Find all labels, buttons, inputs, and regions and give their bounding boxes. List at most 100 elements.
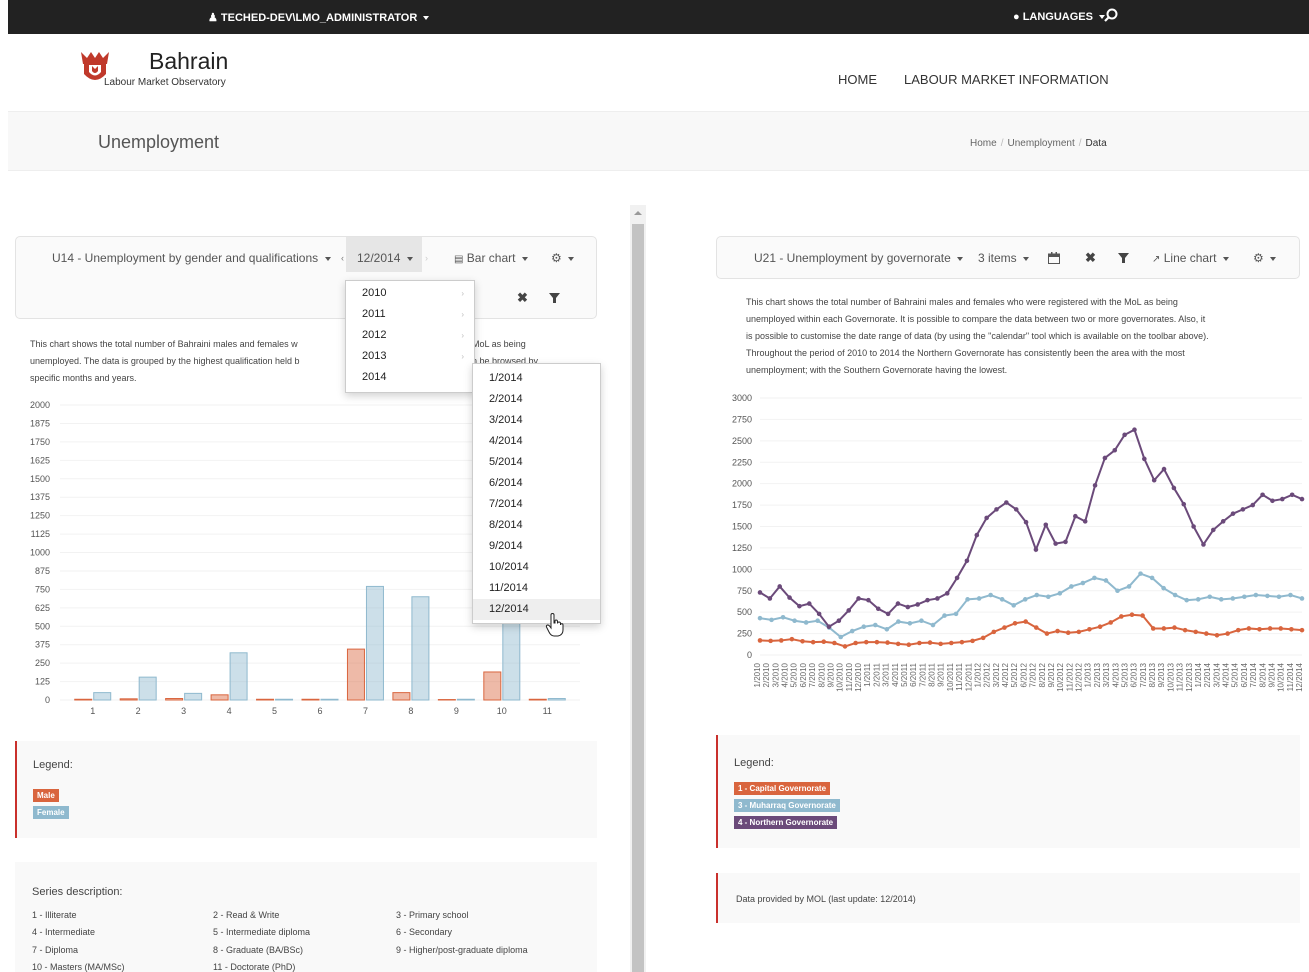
year-option[interactable]: 2010 bbox=[362, 287, 386, 299]
date-prev-icon[interactable]: ‹ bbox=[341, 253, 344, 263]
languages-menu[interactable]: ● LANGUAGES bbox=[1013, 11, 1106, 23]
right-description-line: is possible to customise the date range … bbox=[746, 331, 1209, 341]
month-option[interactable]: 6/2014 bbox=[489, 477, 523, 489]
x-tick-label: 4/2012 bbox=[1001, 662, 1010, 687]
top-bar: ♟ TECHED-DEV\LMO_ADMINISTRATOR ● LANGUAG… bbox=[8, 0, 1309, 34]
dataset-label: U14 - Unemployment by gender and qualifi… bbox=[52, 251, 319, 265]
x-tick-label: 11/2012 bbox=[1065, 662, 1074, 691]
x-tick-label: 7/2010 bbox=[808, 662, 817, 687]
data-point bbox=[1092, 483, 1098, 488]
dataset-selector-right[interactable]: U21 - Unemployment by governorate bbox=[754, 251, 964, 265]
month-option[interactable]: 3/2014 bbox=[489, 414, 523, 426]
filter-icon[interactable] bbox=[549, 293, 560, 304]
chart-type-selector[interactable]: ▤ Bar chart bbox=[454, 251, 528, 265]
scrollbar-thumb[interactable] bbox=[632, 224, 644, 972]
left-legend: Legend: Male Female bbox=[15, 741, 597, 838]
x-tick-label: 11/2010 bbox=[845, 662, 854, 691]
x-tick-label: 9/2014 bbox=[1267, 662, 1276, 687]
bar bbox=[275, 698, 294, 701]
x-tick-label: 10/2013 bbox=[1166, 662, 1175, 691]
x-tick-label: 1/2012 bbox=[973, 662, 982, 687]
data-point bbox=[948, 640, 954, 646]
month-option[interactable]: 10/2014 bbox=[489, 561, 529, 573]
items-selector[interactable]: 3 items bbox=[978, 251, 1030, 265]
clear-filter-icon[interactable]: ✖ bbox=[1085, 250, 1096, 266]
x-tick-label: 5/2014 bbox=[1231, 662, 1240, 687]
calendar-icon[interactable] bbox=[1048, 252, 1060, 264]
logo-subtitle: Labour Market Observatory bbox=[104, 77, 226, 88]
data-point bbox=[1253, 592, 1259, 598]
data-point bbox=[1108, 620, 1114, 625]
settings-menu-right[interactable]: ⚙ bbox=[1253, 251, 1277, 265]
breadcrumb-home[interactable]: Home bbox=[970, 138, 997, 149]
month-option[interactable]: 7/2014 bbox=[489, 498, 523, 510]
year-option[interactable]: 2012 bbox=[362, 329, 386, 341]
x-tick-label: 5 bbox=[272, 706, 277, 716]
dataset-selector[interactable]: U14 - Unemployment by gender and qualifi… bbox=[52, 251, 331, 265]
data-point bbox=[895, 601, 901, 606]
data-point bbox=[846, 608, 851, 613]
chevron-down-icon bbox=[1270, 256, 1277, 261]
x-tick-label: 9 bbox=[454, 706, 459, 716]
filter-icon[interactable] bbox=[1118, 253, 1129, 264]
x-tick-label: 8/2013 bbox=[1148, 662, 1157, 687]
data-point bbox=[1063, 539, 1068, 545]
date-next-icon[interactable]: › bbox=[425, 253, 428, 263]
settings-menu[interactable]: ⚙ bbox=[551, 251, 575, 265]
month-option[interactable]: 1/2014 bbox=[489, 372, 523, 384]
x-tick-label: 6/2014 bbox=[1240, 662, 1249, 687]
page-title: Unemployment bbox=[98, 132, 220, 152]
data-point bbox=[994, 507, 999, 512]
date-selector[interactable]: 12/2014 bbox=[346, 237, 422, 272]
bar bbox=[210, 694, 229, 701]
left-description-line: MoL as being bbox=[472, 339, 526, 349]
bar bbox=[320, 698, 339, 701]
x-tick-label: 1/2014 bbox=[1194, 662, 1203, 687]
data-point bbox=[1045, 594, 1051, 600]
gear-icon: ⚙ bbox=[551, 251, 562, 265]
month-option[interactable]: 5/2014 bbox=[489, 456, 523, 468]
data-point bbox=[1132, 427, 1137, 432]
year-option[interactable]: 2013 bbox=[362, 350, 386, 362]
data-point bbox=[757, 590, 763, 595]
y-tick-label: 250 bbox=[737, 629, 752, 639]
clear-filter-icon[interactable]: ✖ bbox=[517, 290, 528, 306]
data-point bbox=[1112, 447, 1118, 453]
data-point bbox=[999, 597, 1005, 602]
data-point bbox=[925, 597, 930, 603]
year-option[interactable]: 2011 bbox=[362, 308, 386, 320]
month-option[interactable]: 12/2014 bbox=[489, 603, 529, 615]
x-tick-label: 5/2012 bbox=[1010, 662, 1019, 687]
user-menu[interactable]: ♟ TECHED-DEV\LMO_ADMINISTRATOR bbox=[208, 11, 430, 24]
data-point bbox=[757, 615, 763, 621]
nav-home[interactable]: HOME bbox=[838, 72, 877, 87]
logo-title: Bahrain bbox=[149, 48, 229, 74]
data-point bbox=[866, 597, 871, 603]
nav-labour-market-information[interactable]: LABOUR MARKET INFORMATION bbox=[904, 72, 1109, 87]
data-point bbox=[1055, 628, 1060, 634]
chevron-right-icon: › bbox=[461, 352, 464, 361]
year-option[interactable]: 2014 bbox=[362, 371, 386, 383]
search-icon[interactable] bbox=[1103, 7, 1119, 23]
x-tick-label: 12/2013 bbox=[1185, 662, 1194, 691]
month-option[interactable]: 9/2014 bbox=[489, 540, 523, 552]
bar bbox=[392, 692, 411, 701]
data-point bbox=[974, 532, 980, 538]
x-tick-label: 2/2010 bbox=[762, 662, 771, 687]
items-label: 3 items bbox=[978, 251, 1017, 265]
data-source-text: Data provided by MOL (last update: 12/20… bbox=[736, 894, 916, 904]
breadcrumb-unemployment[interactable]: Unemployment bbox=[1007, 138, 1074, 149]
chart-type-selector-right[interactable]: ↗ Line chart bbox=[1152, 251, 1229, 265]
x-tick-label: 3/2010 bbox=[771, 662, 780, 687]
y-tick-label: 2750 bbox=[732, 414, 752, 424]
x-tick-label: 8/2011 bbox=[928, 662, 937, 686]
month-option[interactable]: 2/2014 bbox=[489, 393, 523, 405]
month-option[interactable]: 11/2014 bbox=[489, 582, 528, 594]
data-point bbox=[838, 634, 844, 640]
data-point bbox=[1011, 603, 1017, 608]
month-option[interactable]: 8/2014 bbox=[489, 519, 523, 531]
month-option[interactable]: 4/2014 bbox=[489, 435, 523, 447]
data-point bbox=[885, 640, 890, 645]
scroll-up-arrow-icon[interactable] bbox=[634, 209, 642, 217]
y-tick-label: 1750 bbox=[30, 437, 50, 447]
